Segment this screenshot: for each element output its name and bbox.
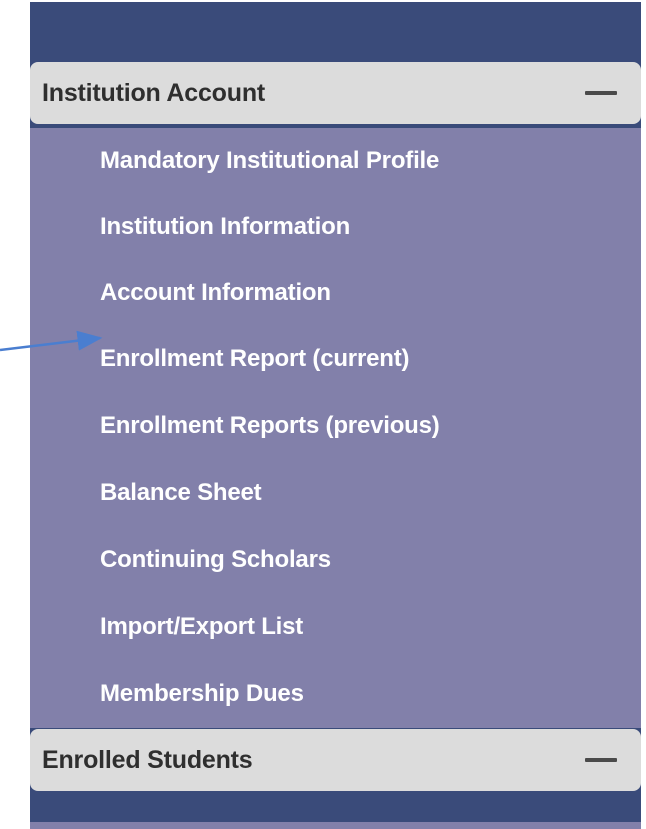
minus-icon[interactable] xyxy=(585,758,617,762)
sidebar-item-label: Institution Information xyxy=(100,213,351,240)
sidebar-item-enrollment-report-current[interactable]: Enrollment Report (current) xyxy=(100,339,409,379)
section-header-enrolled-students[interactable]: Enrolled Students xyxy=(30,729,641,791)
sidebar-item-enrollment-reports-previous[interactable]: Enrollment Reports (previous) xyxy=(100,406,440,446)
sidebar-item-label: Balance Sheet xyxy=(100,479,262,506)
sidebar-item-label: Account Information xyxy=(100,279,331,306)
sidebar-item-label: Enrollment Report (current) xyxy=(100,345,410,372)
section-title: Enrolled Students xyxy=(42,745,253,774)
sidebar-item-import-export-list[interactable]: Import/Export List xyxy=(100,607,303,647)
sidebar-item-label: Import/Export List xyxy=(100,613,304,640)
sidebar-item-label: Enrollment Reports (previous) xyxy=(100,412,440,439)
sidebar-item-mandatory-institutional-profile[interactable]: Mandatory Institutional Profile xyxy=(100,141,439,181)
sidebar-item-membership-dues[interactable]: Membership Dues xyxy=(100,674,304,714)
sidebar-item-account-information[interactable]: Account Information xyxy=(100,273,331,313)
sidebar-item-label: Mandatory Institutional Profile xyxy=(100,147,440,174)
enrolled-students-menu-edge xyxy=(30,822,641,829)
sidebar-item-label: Membership Dues xyxy=(100,680,304,707)
sidebar-item-continuing-scholars[interactable]: Continuing Scholars xyxy=(100,540,331,580)
sidebar-item-institution-information[interactable]: Institution Information xyxy=(100,207,350,247)
minus-icon[interactable] xyxy=(585,91,617,95)
section-title: Institution Account xyxy=(42,78,266,107)
sidebar: Institution Account Mandatory Institutio… xyxy=(30,2,641,829)
section-header-institution-account[interactable]: Institution Account xyxy=(30,62,641,124)
sidebar-item-label: Continuing Scholars xyxy=(100,546,331,573)
page: Institution Account Mandatory Institutio… xyxy=(0,0,646,829)
sidebar-item-balance-sheet[interactable]: Balance Sheet xyxy=(100,473,262,513)
